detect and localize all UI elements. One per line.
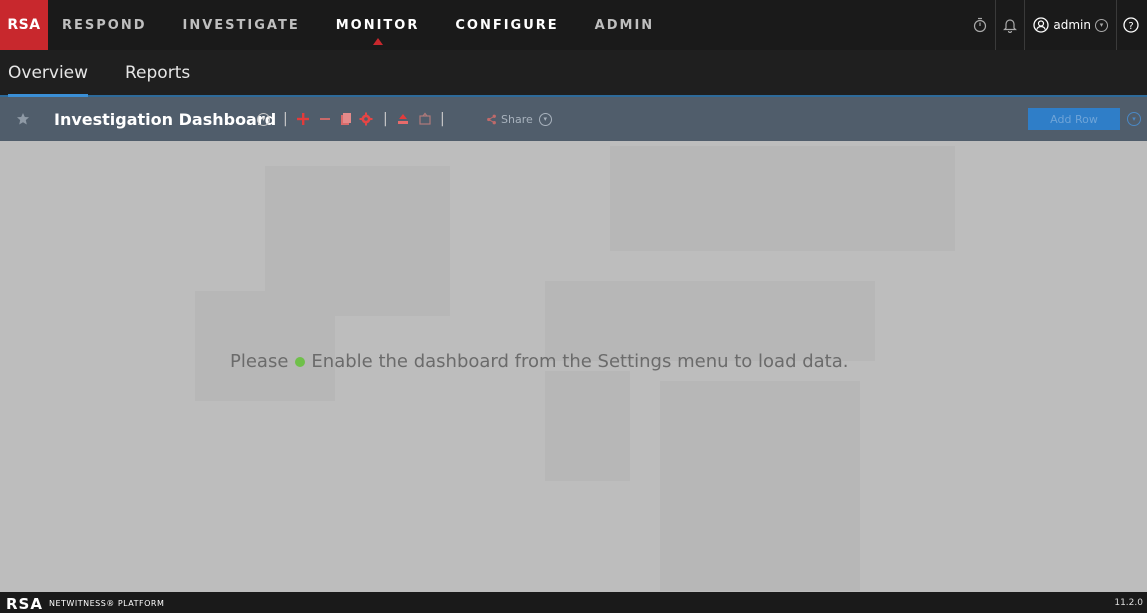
bell-icon[interactable] <box>995 0 1024 50</box>
nav-respond[interactable]: RESPOND <box>62 18 147 33</box>
add-dashlet-icon[interactable] <box>296 97 310 141</box>
user-icon <box>1033 17 1050 33</box>
rsa-logo[interactable]: RSA <box>0 0 48 50</box>
stopwatch-icon[interactable] <box>965 0 995 50</box>
footer-bar: RSA NETWITNESS® PLATFORM 11.2.0 <box>0 592 1147 613</box>
remove-icon[interactable] <box>318 97 332 141</box>
copy-icon[interactable] <box>339 97 353 141</box>
dashboard-toolbar: Investigation Dashboard ▾ | | | Share ▾ <box>0 97 1147 141</box>
faded-dashlet-placeholder <box>660 381 860 591</box>
dashboard-select-chevron-icon[interactable]: ▾ <box>257 97 270 141</box>
svg-text:?: ? <box>1128 21 1133 32</box>
favorite-star-icon[interactable] <box>16 97 30 141</box>
add-row-chevron-icon[interactable]: ▾ <box>1127 112 1141 126</box>
import-icon[interactable] <box>396 97 410 141</box>
active-nav-indicator-icon <box>372 37 383 45</box>
top-right-controls: admin ▾ ? <box>965 0 1147 50</box>
message-prefix: Please <box>230 351 289 372</box>
nav-monitor-label: MONITOR <box>335 17 420 33</box>
dashboard-canvas: Please Enable the dashboard from the Set… <box>0 141 1147 592</box>
nav-investigate[interactable]: INVESTIGATE <box>183 18 300 33</box>
footer-rsa-logo: RSA <box>6 595 43 613</box>
toolbar-separator-3: | <box>440 111 445 127</box>
status-dot-icon <box>295 356 306 367</box>
dashboard-title: Investigation Dashboard <box>54 109 277 129</box>
main-nav: RESPOND INVESTIGATE MONITOR CONFIGURE AD… <box>48 0 676 50</box>
nav-monitor[interactable]: MONITOR <box>335 17 420 45</box>
nav-configure[interactable]: CONFIGURE <box>455 18 558 33</box>
toolbar-separator-2: | <box>383 111 388 127</box>
faded-dashlet-placeholder <box>545 371 630 481</box>
user-menu[interactable]: admin ▾ <box>1024 0 1116 50</box>
chevron-down-icon: ▾ <box>1095 18 1108 32</box>
share-icon <box>487 114 496 124</box>
settings-gear-icon[interactable] <box>359 97 373 141</box>
tab-overview[interactable]: Overview <box>8 50 89 97</box>
faded-dashlet-placeholder <box>195 291 335 401</box>
message-text: Enable the dashboard from the Settings m… <box>311 351 849 372</box>
export-icon[interactable] <box>418 97 432 141</box>
footer-product-name: NETWITNESS® PLATFORM <box>49 599 165 608</box>
empty-dashboard-message: Please Enable the dashboard from the Set… <box>230 351 848 372</box>
top-navigation-bar: RSA RESPOND INVESTIGATE MONITOR CONFIGUR… <box>0 0 1147 50</box>
username: admin <box>1053 18 1091 32</box>
share-button[interactable]: Share ▾ <box>486 97 552 141</box>
faded-dashlet-placeholder <box>545 281 875 361</box>
share-chevron-icon: ▾ <box>538 112 552 126</box>
version-label: 11.2.0 <box>1114 598 1143 608</box>
toolbar-separator: | <box>283 111 288 127</box>
add-row-button[interactable]: Add Row <box>1028 108 1120 130</box>
faded-dashlet-placeholder <box>610 146 955 251</box>
help-button[interactable]: ? <box>1116 0 1147 50</box>
nav-admin[interactable]: ADMIN <box>595 18 655 33</box>
share-label: Share <box>501 112 533 126</box>
sub-navigation-bar: Overview Reports <box>0 50 1147 97</box>
help-icon: ? <box>1123 17 1139 33</box>
tab-reports[interactable]: Reports <box>125 50 190 95</box>
